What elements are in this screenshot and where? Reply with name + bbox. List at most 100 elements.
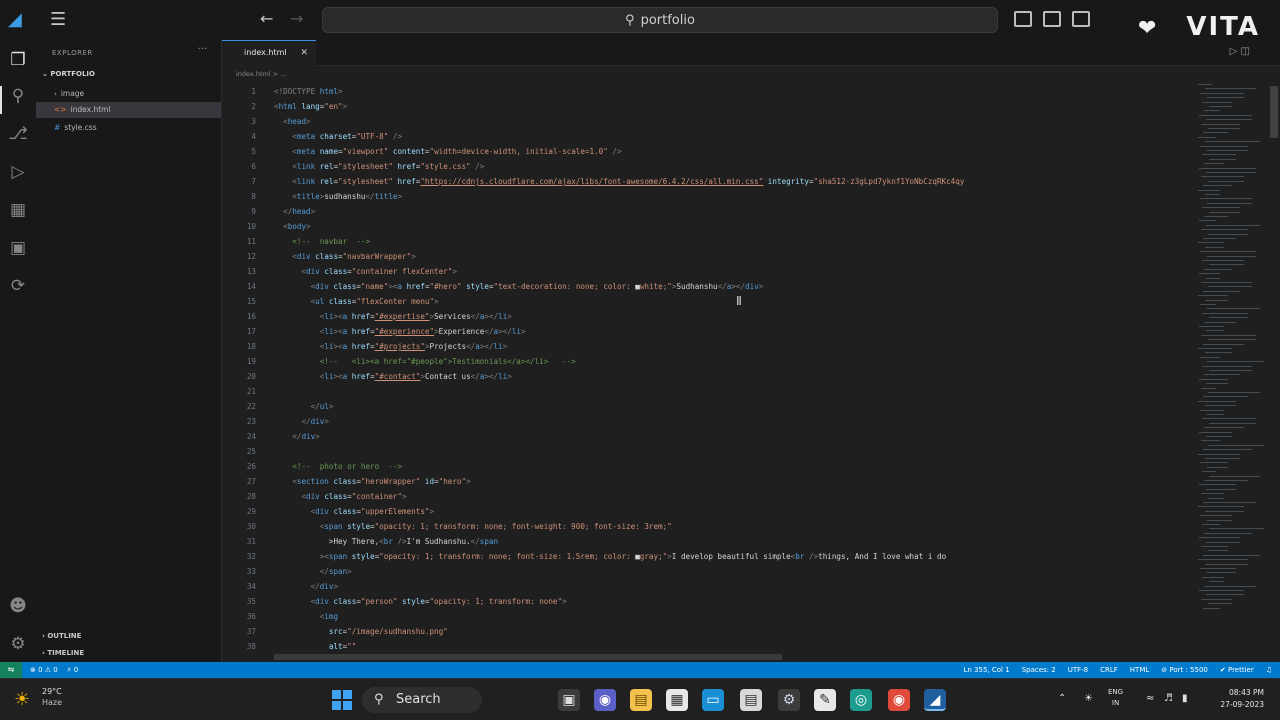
code-line[interactable]: 34 </div>: [222, 579, 1192, 594]
editor-app-icon[interactable]: ✎: [814, 689, 836, 711]
outline-section[interactable]: › OUTLINE: [42, 632, 81, 640]
tree-item-index-html[interactable]: <> index.html: [36, 102, 221, 118]
teams-chat-icon[interactable]: ◉: [594, 689, 616, 711]
edge-browser-icon[interactable]: ◎: [850, 689, 872, 711]
settings-app-icon[interactable]: ⚙: [778, 689, 800, 711]
code-line[interactable]: 1 <!DOCTYPE html>: [222, 84, 1192, 99]
tree-item-image[interactable]: › image: [36, 86, 221, 102]
search-icon[interactable]: ⚲: [6, 84, 30, 108]
code-line[interactable]: 25: [222, 444, 1192, 459]
extensions-icon[interactable]: ▦: [6, 198, 30, 222]
tree-item-style-css[interactable]: # style.css: [36, 120, 221, 136]
code-line[interactable]: 13 <div class="container flexCenter">: [222, 264, 1192, 279]
code-line[interactable]: 27 <section class="heroWrapper" id="hero…: [222, 474, 1192, 489]
source-control-icon[interactable]: ⎇: [6, 122, 30, 146]
monitor-app-icon[interactable]: ▭: [702, 689, 724, 711]
vscode-taskbar-icon[interactable]: ◢: [924, 689, 946, 711]
code-line[interactable]: 35 <div class="person" style="opacity: 1…: [222, 594, 1192, 609]
tab-index-html[interactable]: index.html ✕: [222, 40, 316, 66]
end-of-line[interactable]: CRLF: [1100, 662, 1118, 678]
code-line[interactable]: 29 <div class="upperElements">: [222, 504, 1192, 519]
tray-app-icon[interactable]: ☀: [1084, 693, 1093, 704]
code-line[interactable]: 16 <li><a href="#expertise">Services</a>…: [222, 309, 1192, 324]
code-line[interactable]: 11 <!-- navbar -->: [222, 234, 1192, 249]
task-view-icon[interactable]: ▣: [558, 689, 580, 711]
code-line[interactable]: 33 </span>: [222, 564, 1192, 579]
taskbar-search[interactable]: ⚲ Search: [362, 687, 482, 713]
back-arrow-icon[interactable]: ←: [260, 9, 273, 28]
code-line[interactable]: 37 src="/image/sudhanshu.png": [222, 624, 1192, 639]
code-line[interactable]: 9 </head>: [222, 204, 1192, 219]
code-line[interactable]: 8 <title>sudhanshu</title>: [222, 189, 1192, 204]
code-line[interactable]: 21: [222, 384, 1192, 399]
notepad-icon[interactable]: ▤: [740, 689, 762, 711]
timeline-section[interactable]: › TIMELINE: [42, 649, 84, 657]
show-hidden-icons-icon[interactable]: ⌃: [1058, 693, 1066, 704]
code-line[interactable]: 18 <li><a href="#projects">Projects</a><…: [222, 339, 1192, 354]
code-line[interactable]: 7 <link rel="stylesheet" href="https://c…: [222, 174, 1192, 189]
code-line[interactable]: 26 <!-- photo or hero -->: [222, 459, 1192, 474]
explorer-more-icon[interactable]: ···: [197, 44, 207, 55]
code-line[interactable]: 6 <link rel="stylesheet" href="style.css…: [222, 159, 1192, 174]
code-line[interactable]: 15 <ul class="flexCenter menu">: [222, 294, 1192, 309]
battery-icon[interactable]: ▮: [1182, 693, 1188, 704]
breadcrumb[interactable]: index.html > ...: [236, 70, 286, 78]
code-editor[interactable]: 1 <!DOCTYPE html> 2 <html lang="en"> 3 <head…: [222, 84, 1192, 652]
remote-indicator-icon[interactable]: ⇋: [0, 662, 22, 678]
live-server-port[interactable]: ⊘ Port : 5500: [1161, 662, 1208, 678]
start-button[interactable]: [332, 690, 352, 710]
code-line[interactable]: 32 ><span style="opacity: 1; transform: …: [222, 549, 1192, 564]
code-line[interactable]: 22 </ul>: [222, 399, 1192, 414]
horizontal-scrollbar[interactable]: [274, 654, 782, 660]
code-line[interactable]: 4 <meta charset="UTF-8" />: [222, 129, 1192, 144]
notifications-bell-icon[interactable]: ♫: [1266, 662, 1272, 678]
code-line[interactable]: 31 >Hey There,<br />I'm Sudhanshu.</span: [222, 534, 1192, 549]
language-mode[interactable]: HTML: [1130, 662, 1149, 678]
code-line[interactable]: 17 <li><a href="#experience">Experience<…: [222, 324, 1192, 339]
code-line[interactable]: 19 <!-- <li><a href="#people">Testimonia…: [222, 354, 1192, 369]
indentation[interactable]: Spaces: 2: [1022, 662, 1056, 678]
workspace-folder[interactable]: ⌄ PORTFOLIO: [42, 70, 95, 78]
code-line[interactable]: 23 </div>: [222, 414, 1192, 429]
code-line[interactable]: 2 <html lang="en">: [222, 99, 1192, 114]
account-icon[interactable]: ☻: [6, 594, 30, 618]
system-clock[interactable]: 08:43 PM 27-09-2023: [1220, 687, 1264, 711]
run-icon[interactable]: ▷ ◫: [1230, 46, 1250, 57]
code-line[interactable]: 38 alt="": [222, 639, 1192, 654]
file-explorer-icon[interactable]: ▤: [630, 689, 652, 711]
hamburger-menu-icon[interactable]: ☰: [50, 10, 70, 30]
minimap[interactable]: [1198, 84, 1268, 624]
toggle-panel-icon[interactable]: [1043, 11, 1061, 27]
remote-explorer-icon[interactable]: ▣: [6, 236, 30, 260]
code-line[interactable]: 14 <div class="name"><a href="#hero" sty…: [222, 279, 1192, 294]
run-debug-icon[interactable]: ▷: [6, 160, 30, 184]
code-line[interactable]: 36 <img: [222, 609, 1192, 624]
volume-icon[interactable]: ♬: [1164, 693, 1173, 704]
problems-indicator[interactable]: ⊗ 0 ⚠ 0: [30, 666, 58, 674]
live-share-icon[interactable]: ⟳: [6, 274, 30, 298]
language-indicator[interactable]: ENG IN: [1108, 687, 1123, 709]
code-line[interactable]: 3 <head>: [222, 114, 1192, 129]
code-line[interactable]: 24 </div>: [222, 429, 1192, 444]
code-line[interactable]: 28 <div class="container">: [222, 489, 1192, 504]
settings-gear-icon[interactable]: ⚙: [6, 632, 30, 656]
toggle-sidebar-icon[interactable]: [1014, 11, 1032, 27]
encoding[interactable]: UTF-8: [1068, 662, 1088, 678]
close-tab-icon[interactable]: ✕: [300, 41, 308, 65]
code-line[interactable]: 30 <span style="opacity: 1; transform: n…: [222, 519, 1192, 534]
code-line[interactable]: 12 <div class="navbarWrapper">: [222, 249, 1192, 264]
code-line[interactable]: 10 <body>: [222, 219, 1192, 234]
store-icon[interactable]: ▦: [666, 689, 688, 711]
forward-arrow-icon[interactable]: →: [290, 9, 303, 28]
wifi-icon[interactable]: ≈: [1146, 693, 1154, 704]
chrome-browser-icon[interactable]: ◉: [888, 689, 910, 711]
toggle-secondary-sidebar-icon[interactable]: [1072, 11, 1090, 27]
cursor-position[interactable]: Ln 355, Col 1: [964, 662, 1010, 678]
command-center-search[interactable]: ⚲ portfolio: [322, 7, 998, 33]
code-line[interactable]: 5 <meta name="viewport" content="width=d…: [222, 144, 1192, 159]
explorer-icon[interactable]: ❐: [6, 48, 30, 72]
code-line[interactable]: 20 <li><a href="#contact">Contact us</a>…: [222, 369, 1192, 384]
vertical-scrollbar[interactable]: [1270, 86, 1278, 138]
ports-indicator[interactable]: ⚡ 0: [67, 666, 79, 674]
prettier-status[interactable]: ✔ Prettier: [1220, 662, 1254, 678]
